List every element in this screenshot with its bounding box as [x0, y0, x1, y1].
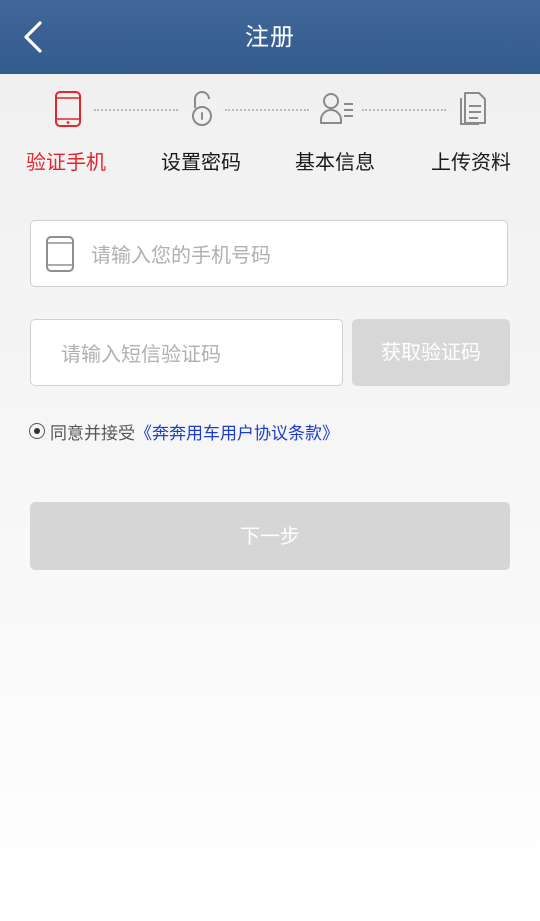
- step-connector: [94, 109, 178, 111]
- phone-input[interactable]: [89, 221, 493, 288]
- step-verify-phone: 验证手机: [26, 150, 106, 174]
- agreement-row: 同意并接受 《奔奔用车用户协议条款》: [29, 418, 339, 444]
- registration-steps: 验证手机 设置密码 基本信息 上传资料: [0, 74, 540, 194]
- terms-link[interactable]: 《奔奔用车用户协议条款》: [135, 419, 339, 444]
- tablet-icon: [46, 236, 74, 272]
- user-info-icon: [320, 93, 353, 124]
- phone-icon: [55, 91, 81, 127]
- step-set-password: 设置密码: [161, 150, 241, 174]
- step-connector: [362, 109, 446, 111]
- step-connector: [225, 109, 309, 111]
- agree-text: 同意并接受: [50, 423, 135, 444]
- app-header: 注册: [0, 0, 540, 74]
- agree-radio[interactable]: [29, 423, 45, 439]
- step-upload-docs: 上传资料: [431, 150, 511, 174]
- get-code-button[interactable]: 获取验证码: [352, 319, 510, 386]
- page-title: 注册: [245, 23, 295, 51]
- next-step-button[interactable]: 下一步: [30, 502, 510, 570]
- step-basic-info: 基本信息: [295, 150, 375, 174]
- documents-icon: [460, 92, 486, 125]
- sms-code-input[interactable]: [59, 320, 333, 387]
- sms-code-field: [30, 319, 343, 387]
- phone-field: [30, 220, 508, 288]
- lock-icon: [192, 91, 212, 126]
